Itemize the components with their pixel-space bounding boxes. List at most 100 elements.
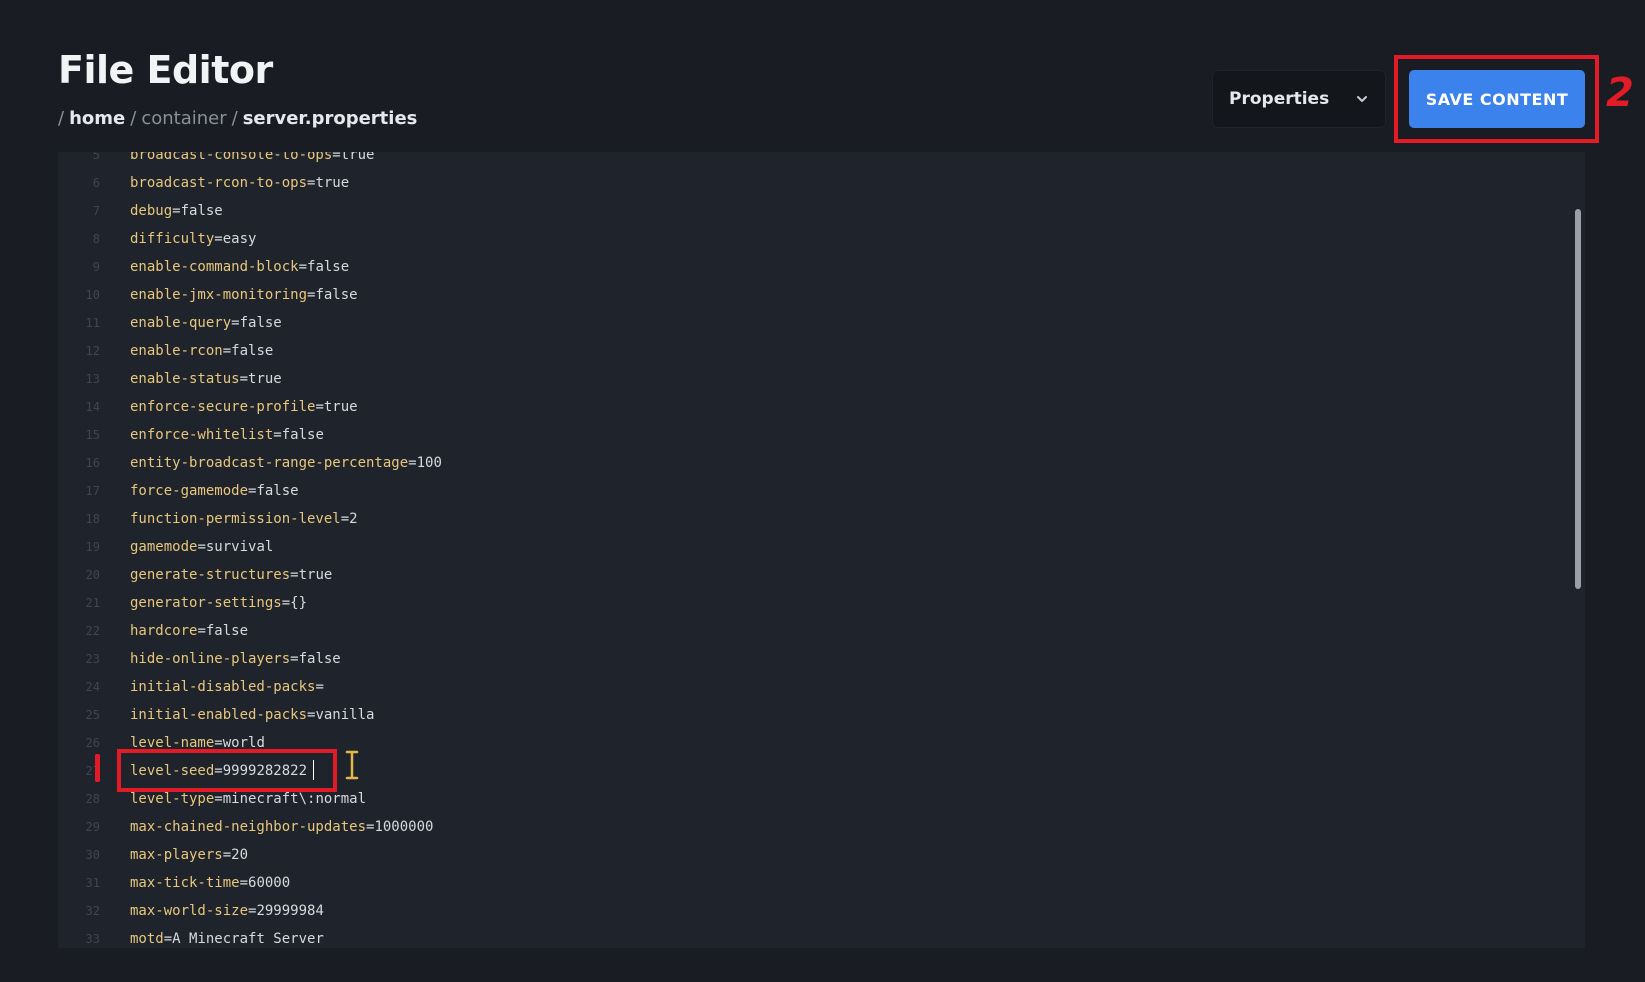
code-text: enable-jmx-monitoring=false bbox=[130, 287, 358, 303]
code-text: gamemode=survival bbox=[130, 539, 273, 555]
breadcrumb-container[interactable]: container bbox=[141, 108, 226, 129]
property-value: false bbox=[231, 343, 274, 359]
code-text: enforce-whitelist=false bbox=[130, 427, 324, 443]
code-line[interactable]: 24 initial-disabled-packs= bbox=[58, 673, 1585, 701]
equals-sign: = bbox=[332, 152, 341, 163]
code-text: enforce-secure-profile=true bbox=[130, 399, 358, 415]
code-line[interactable]: 13 enable-status=true bbox=[58, 365, 1585, 393]
code-line[interactable]: 16 entity-broadcast-range-percentage=100 bbox=[58, 449, 1585, 477]
property-value: vanilla bbox=[315, 707, 375, 723]
code-line[interactable]: 14 enforce-secure-profile=true bbox=[58, 393, 1585, 421]
code-line[interactable]: 8 difficulty=easy bbox=[58, 225, 1585, 253]
property-value: true bbox=[340, 152, 375, 163]
breadcrumb-home[interactable]: home bbox=[69, 108, 125, 129]
code-text: broadcast-console-to-ops=true bbox=[130, 152, 374, 163]
property-key: entity-broadcast-range-percentage bbox=[130, 455, 409, 471]
code-line[interactable]: 5 broadcast-console-to-ops=true bbox=[58, 152, 1585, 169]
editor-scrollbar[interactable] bbox=[1575, 209, 1581, 589]
code-text: motd=A Minecraft Server bbox=[130, 931, 324, 947]
code-line[interactable]: 25 initial-enabled-packs=vanilla bbox=[58, 701, 1585, 729]
property-key: max-players bbox=[130, 847, 223, 863]
code-text: generator-settings={} bbox=[130, 595, 307, 611]
line-number: 23 bbox=[85, 652, 100, 666]
code-line[interactable]: 6 broadcast-rcon-to-ops=true bbox=[58, 169, 1585, 197]
property-value: false bbox=[180, 203, 223, 219]
equals-sign: = bbox=[222, 847, 232, 863]
line-number: 31 bbox=[85, 876, 100, 890]
code-line[interactable]: 18 function-permission-level=2 bbox=[58, 505, 1585, 533]
mode-select[interactable]: Properties bbox=[1212, 70, 1386, 128]
property-key: generate-structures bbox=[130, 567, 291, 583]
code-text: hardcore=false bbox=[130, 623, 248, 639]
equals-sign: = bbox=[340, 511, 350, 527]
code-line[interactable]: 12 enable-rcon=false bbox=[58, 337, 1585, 365]
code-text: force-gamemode=false bbox=[130, 483, 299, 499]
property-key: gamemode bbox=[130, 539, 198, 555]
property-value: false bbox=[205, 623, 249, 639]
property-key: enable-query bbox=[130, 315, 232, 331]
code-line[interactable]: 30 max-players=20 bbox=[58, 841, 1585, 869]
code-line[interactable]: 20 generate-structures=true bbox=[58, 561, 1585, 589]
line-number: 15 bbox=[85, 428, 100, 442]
equals-sign: = bbox=[315, 679, 324, 695]
code-line[interactable]: 19 gamemode=survival bbox=[58, 533, 1585, 561]
line-number: 32 bbox=[85, 904, 100, 918]
code-line[interactable]: 21 generator-settings={} bbox=[58, 589, 1585, 617]
code-line[interactable]: 31 max-tick-time=60000 bbox=[58, 869, 1585, 897]
code-line[interactable]: 11 enable-query=false bbox=[58, 309, 1585, 337]
property-value: true bbox=[298, 567, 333, 583]
code-line[interactable]: 32 max-world-size=29999984 bbox=[58, 897, 1585, 925]
breadcrumb-separator: / bbox=[130, 108, 137, 129]
line-number: 27 bbox=[85, 764, 100, 778]
chevron-down-icon bbox=[1357, 96, 1367, 102]
code-line[interactable]: 29 max-chained-neighbor-updates=1000000 bbox=[58, 813, 1585, 841]
equals-sign: = bbox=[163, 931, 173, 947]
code-text: debug=false bbox=[130, 203, 223, 219]
line-number: 29 bbox=[85, 820, 100, 834]
code-line[interactable]: 7 debug=false bbox=[58, 197, 1585, 225]
code-text: difficulty=easy bbox=[130, 231, 256, 247]
line-number: 7 bbox=[92, 204, 100, 218]
equals-sign: = bbox=[172, 203, 181, 219]
mode-select-value: Properties bbox=[1229, 89, 1330, 109]
equals-sign: = bbox=[222, 343, 232, 359]
property-key: initial-enabled-packs bbox=[130, 707, 308, 723]
line-number: 30 bbox=[85, 848, 100, 862]
line-number: 19 bbox=[85, 540, 100, 554]
equals-sign: = bbox=[197, 539, 206, 555]
code-editor[interactable]: 5 broadcast-console-to-ops=true 6 broadcast… bbox=[58, 152, 1585, 948]
code-text: initial-enabled-packs=vanilla bbox=[130, 707, 374, 723]
line-number: 24 bbox=[85, 680, 100, 694]
equals-sign: = bbox=[239, 875, 249, 891]
code-line[interactable]: 23 hide-online-players=false bbox=[58, 645, 1585, 673]
property-value: true bbox=[248, 371, 282, 387]
save-content-button[interactable]: SAVE CONTENT bbox=[1409, 70, 1585, 128]
code-line[interactable]: 22 hardcore=false bbox=[58, 617, 1585, 645]
line-number: 9 bbox=[92, 260, 100, 274]
equals-sign: = bbox=[231, 315, 240, 331]
property-key: enforce-secure-profile bbox=[130, 399, 316, 415]
code-line[interactable]: 9 enable-command-block=false bbox=[58, 253, 1585, 281]
code-line[interactable]: 10 enable-jmx-monitoring=false bbox=[58, 281, 1585, 309]
property-key: broadcast-console-to-ops bbox=[130, 152, 333, 163]
property-value: true bbox=[315, 175, 350, 191]
code-text: function-permission-level=2 bbox=[130, 511, 358, 527]
code-line[interactable]: 17 force-gamemode=false bbox=[58, 477, 1585, 505]
property-value: 20 bbox=[231, 847, 249, 863]
code-text: broadcast-rcon-to-ops=true bbox=[130, 175, 349, 191]
code-line[interactable]: 33 motd=A Minecraft Server bbox=[58, 925, 1585, 948]
text-caret bbox=[313, 760, 314, 780]
property-value: true bbox=[323, 399, 358, 415]
property-value: survival bbox=[205, 539, 274, 555]
code-text: max-tick-time=60000 bbox=[130, 875, 290, 891]
line-number: 14 bbox=[85, 400, 100, 414]
code-text: max-chained-neighbor-updates=1000000 bbox=[130, 819, 433, 835]
property-key: debug bbox=[130, 203, 173, 219]
property-value: false bbox=[315, 287, 358, 303]
line-number: 10 bbox=[85, 288, 100, 302]
code-line[interactable]: 15 enforce-whitelist=false bbox=[58, 421, 1585, 449]
property-key: motd bbox=[130, 931, 164, 947]
property-key: enable-command-block bbox=[130, 259, 299, 275]
line-number: 6 bbox=[92, 176, 100, 190]
code-text: enable-rcon=false bbox=[130, 343, 273, 359]
